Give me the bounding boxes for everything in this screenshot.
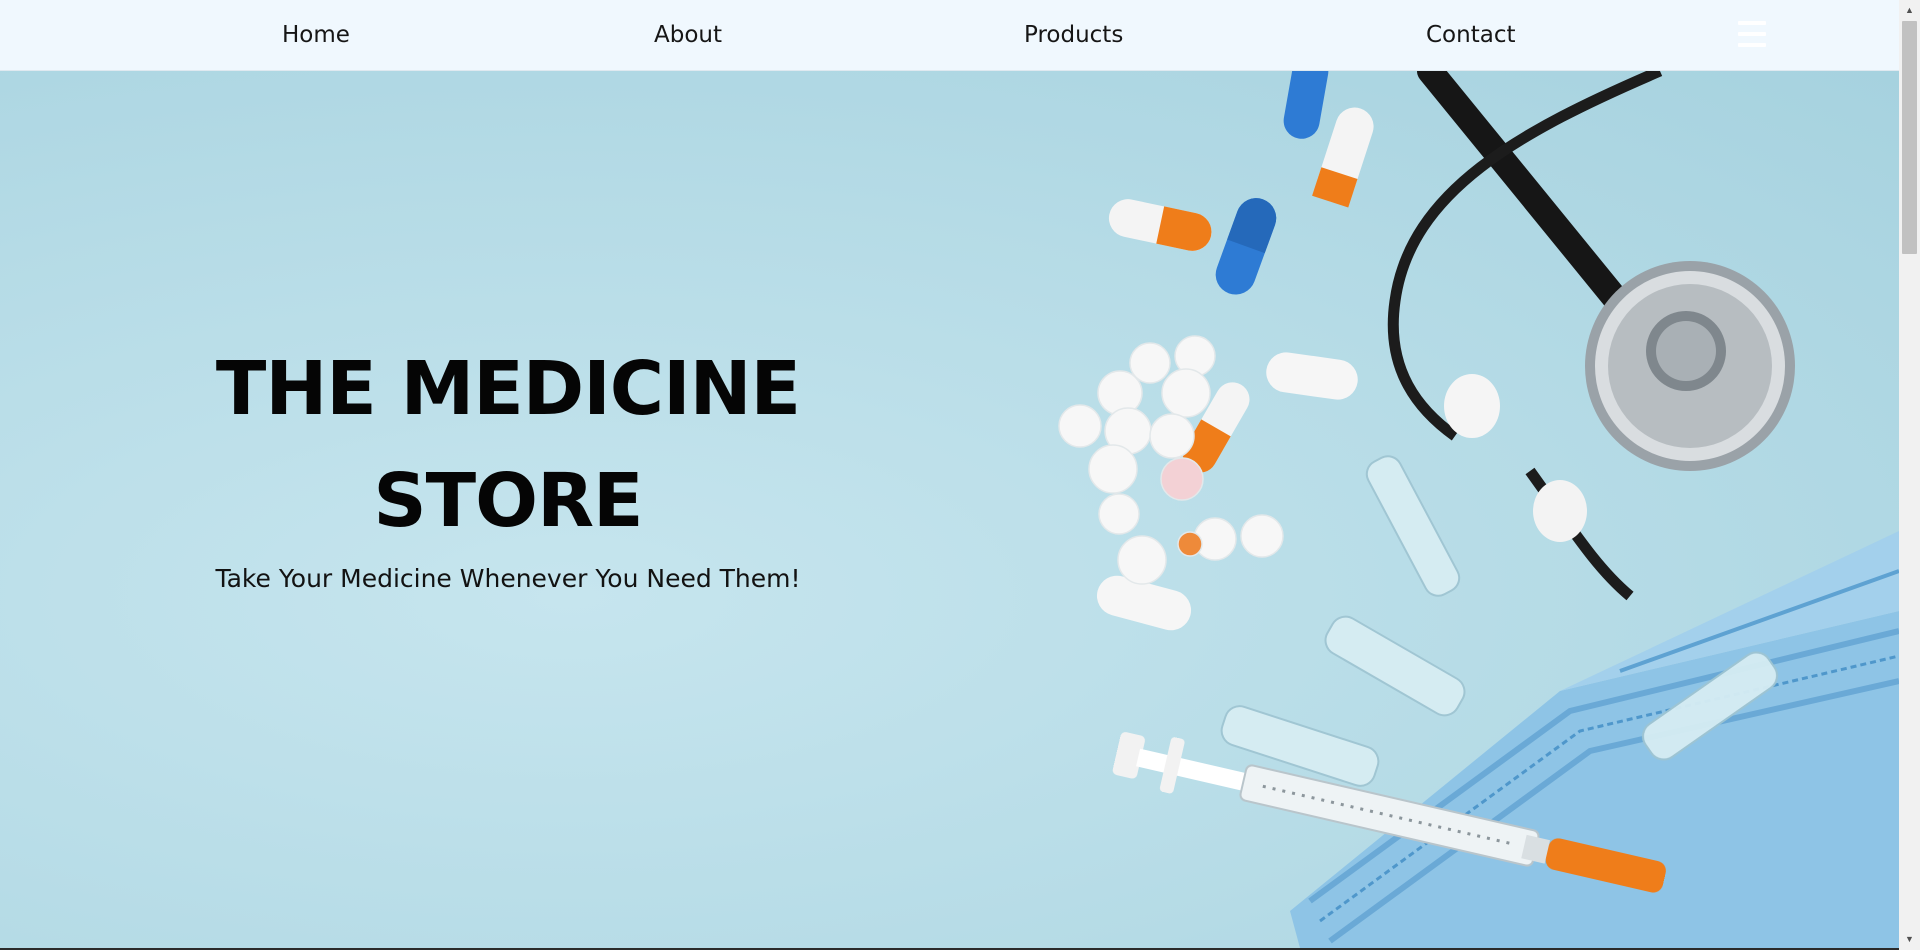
hamburger-menu-icon[interactable] [1738, 21, 1766, 47]
surgical-mask-illustration [1290, 531, 1899, 948]
nav-link-contact[interactable]: Contact [1426, 18, 1515, 52]
hero-title-line-2: STORE [373, 458, 643, 544]
scrollbar-thumb[interactable] [1902, 21, 1917, 254]
hero-title: THE MEDICINE STORE [100, 333, 916, 557]
scroll-up-arrow-icon[interactable]: ▲ [1899, 2, 1920, 19]
nav-link-products[interactable]: Products [1024, 18, 1123, 52]
stethoscope-illustration [1387, 71, 1795, 601]
nav-link-about[interactable]: About [654, 18, 722, 52]
hero-title-line-1: THE MEDICINE [215, 346, 801, 432]
vertical-scrollbar[interactable]: ▲ ▼ [1899, 0, 1920, 950]
nav-link-home[interactable]: Home [282, 18, 350, 52]
hero-banner: THE MEDICINE STORE Take Your Medicine Wh… [0, 71, 1899, 948]
scroll-down-arrow-icon[interactable]: ▼ [1899, 931, 1920, 948]
ampoules-illustration [1220, 455, 1779, 787]
pills-illustration [1058, 335, 1284, 585]
hero-subtitle: Take Your Medicine Whenever You Need The… [215, 564, 801, 593]
top-navbar: Home About Products Contact [0, 0, 1899, 71]
